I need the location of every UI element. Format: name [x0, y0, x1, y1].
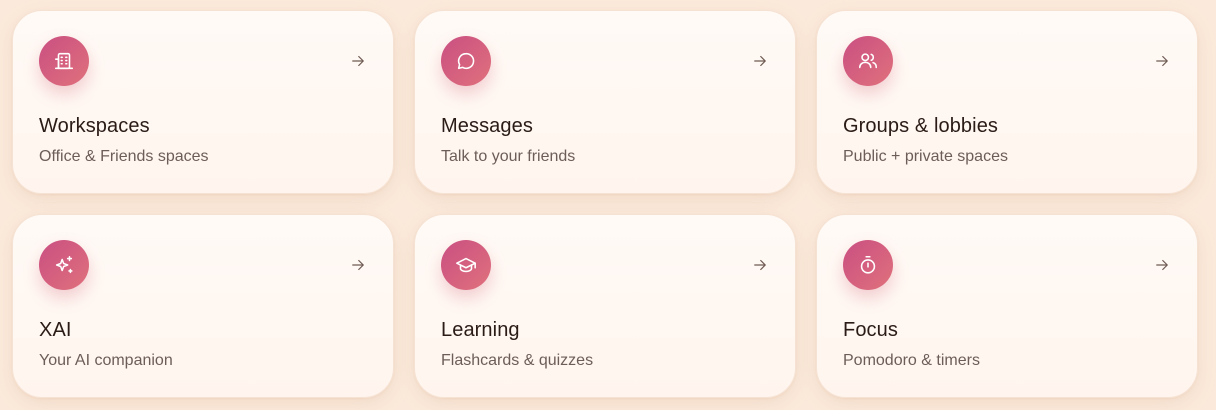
card-subtitle: Office & Friends spaces — [39, 148, 209, 165]
card-subtitle: Flashcards & quizzes — [441, 352, 594, 369]
card-title: Messages — [441, 115, 533, 137]
card-title: Groups & lobbies — [843, 115, 999, 137]
arrow-right-icon[interactable] — [1153, 52, 1171, 70]
arrow-right-icon[interactable] — [751, 256, 769, 274]
arrow-right-icon[interactable] — [349, 52, 367, 70]
graduation-cap-icon — [441, 240, 491, 290]
card-messages[interactable]: Messages Talk to your friends — [414, 10, 796, 194]
card-title: XAI — [39, 319, 72, 341]
arrow-right-icon[interactable] — [751, 52, 769, 70]
stopwatch-icon — [843, 240, 893, 290]
feature-card-grid: Workspaces Office & Friends spaces Messa… — [0, 0, 1216, 410]
arrow-right-icon[interactable] — [1153, 256, 1171, 274]
card-subtitle: Public + private spaces — [843, 148, 1008, 165]
card-subtitle: Your AI companion — [39, 352, 173, 369]
building-icon — [39, 36, 89, 86]
arrow-right-icon[interactable] — [349, 256, 367, 274]
card-title: Learning — [441, 319, 520, 341]
card-focus[interactable]: Focus Pomodoro & timers — [816, 214, 1198, 398]
card-groups-lobbies[interactable]: Groups & lobbies Public + private spaces — [816, 10, 1198, 194]
card-subtitle: Talk to your friends — [441, 148, 576, 165]
chat-bubble-icon — [441, 36, 491, 86]
card-workspaces[interactable]: Workspaces Office & Friends spaces — [12, 10, 394, 194]
card-title: Focus — [843, 319, 898, 341]
users-icon — [843, 36, 893, 86]
card-learning[interactable]: Learning Flashcards & quizzes — [414, 214, 796, 398]
sparkles-icon — [39, 240, 89, 290]
card-subtitle: Pomodoro & timers — [843, 352, 980, 369]
card-xai[interactable]: XAI Your AI companion — [12, 214, 394, 398]
card-title: Workspaces — [39, 115, 150, 137]
